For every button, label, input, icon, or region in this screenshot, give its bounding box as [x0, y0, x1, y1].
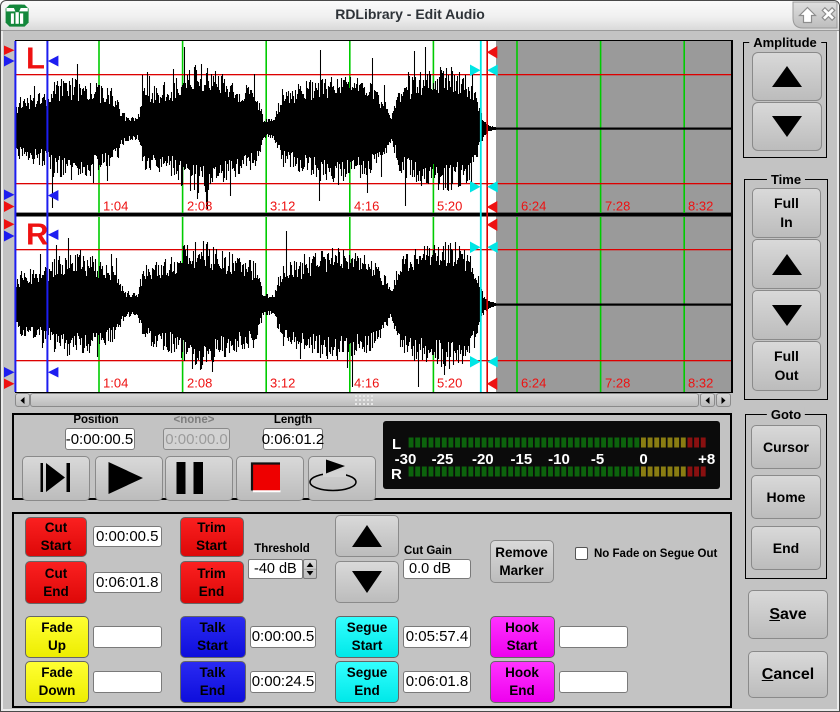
svg-text:2:08: 2:08: [187, 376, 212, 391]
svg-text:R: R: [391, 466, 402, 483]
svg-text:2:08: 2:08: [187, 199, 212, 214]
svg-text:6:24: 6:24: [521, 199, 546, 214]
svg-text:7:28: 7:28: [605, 199, 630, 214]
svg-text:-25: -25: [432, 451, 454, 468]
svg-text:-5: -5: [591, 451, 604, 468]
svg-text:7:28: 7:28: [605, 376, 630, 391]
svg-text:-15: -15: [511, 451, 533, 468]
svg-text:1:04: 1:04: [103, 199, 128, 214]
svg-text:-30: -30: [395, 451, 417, 468]
svg-text:0: 0: [639, 451, 647, 468]
svg-text:R: R: [26, 217, 48, 252]
svg-text:4:16: 4:16: [354, 199, 379, 214]
svg-text:-20: -20: [472, 451, 494, 468]
svg-text:4:16: 4:16: [354, 376, 379, 391]
svg-text:1:04: 1:04: [103, 376, 128, 391]
svg-text:5:20: 5:20: [437, 199, 462, 214]
svg-text:3:12: 3:12: [270, 199, 295, 214]
svg-text:-10: -10: [548, 451, 570, 468]
svg-text:3:12: 3:12: [270, 376, 295, 391]
svg-text:6:24: 6:24: [521, 376, 546, 391]
svg-text:L: L: [26, 41, 45, 76]
svg-text:8:32: 8:32: [688, 199, 713, 214]
svg-text:8:32: 8:32: [688, 376, 713, 391]
svg-text:+8: +8: [698, 451, 715, 468]
svg-text:5:20: 5:20: [437, 376, 462, 391]
